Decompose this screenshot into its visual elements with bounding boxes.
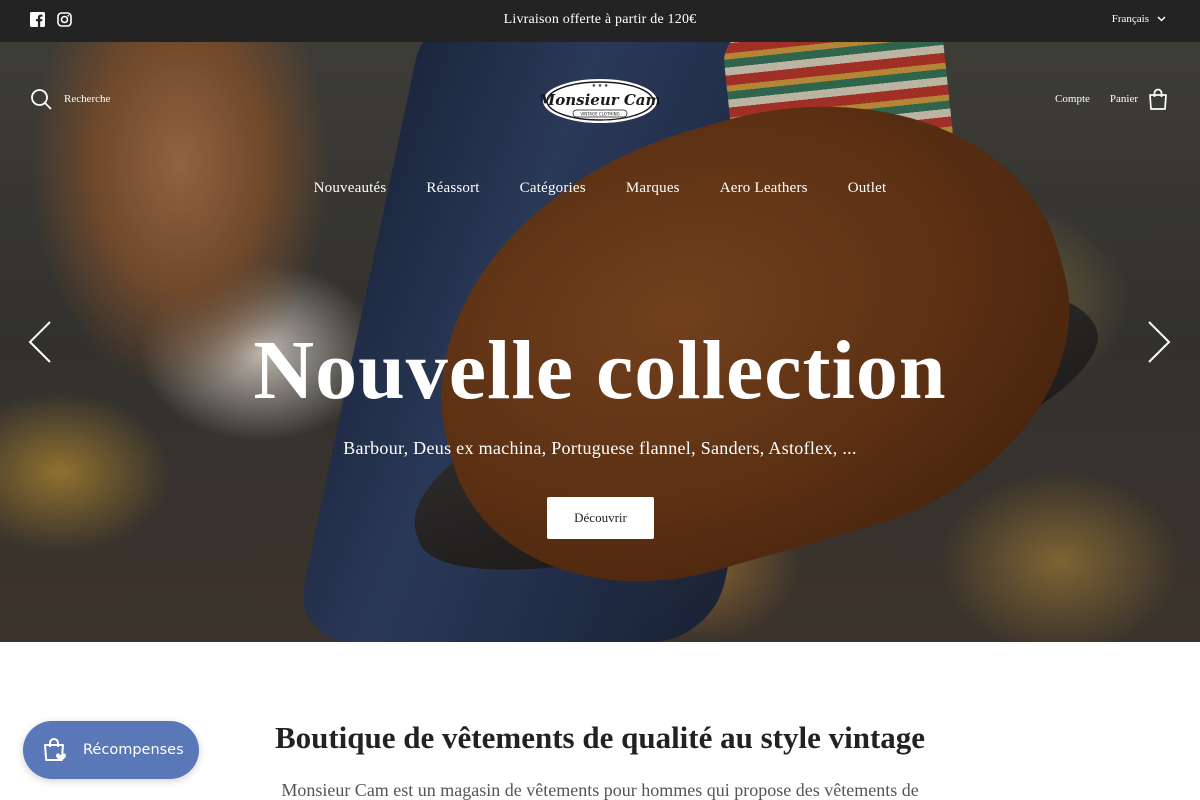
main-navigation: Nouveautés Réassort Catégories Marques A… <box>0 180 1200 197</box>
announcement-text: Livraison offerte à partir de 120€ <box>503 12 697 27</box>
svg-text:★ ★ ★: ★ ★ ★ <box>592 83 609 89</box>
account-link[interactable]: Compte <box>1055 93 1090 105</box>
search-label: Recherche <box>64 93 111 105</box>
gift-bag-icon <box>44 738 66 761</box>
search-icon <box>31 89 52 110</box>
discover-button[interactable]: Découvrir <box>547 497 654 539</box>
site-logo[interactable]: ★ ★ ★ Monsieur Cam VINTAGE CLOTHING <box>541 77 659 125</box>
nav-item-reassort[interactable]: Réassort <box>426 180 479 197</box>
nav-item-nouveautes[interactable]: Nouveautés <box>314 180 387 197</box>
logo-text: Monsieur Cam <box>541 91 659 109</box>
nav-item-marques[interactable]: Marques <box>626 180 680 197</box>
header-actions: Compte Panier <box>1055 88 1168 110</box>
search-link[interactable]: Recherche <box>30 88 110 110</box>
hero-subtitle: Barbour, Deus ex machina, Portuguese fla… <box>343 438 857 458</box>
nav-item-outlet[interactable]: Outlet <box>848 180 887 197</box>
cart-link[interactable]: Panier <box>1110 88 1168 110</box>
section-text: Monsieur Cam est un magasin de vêtements… <box>281 780 919 800</box>
nav-item-aero-leathers[interactable]: Aero Leathers <box>720 180 808 197</box>
logo-subtext: VINTAGE CLOTHING <box>580 112 619 117</box>
language-label: Français <box>1111 13 1149 25</box>
cart-label: Panier <box>1109 93 1138 105</box>
chevron-down-icon <box>1157 16 1166 22</box>
announcement-bar: Livraison offerte à partir de 120€ Franç… <box>0 0 1200 42</box>
nav-item-categories[interactable]: Catégories <box>520 180 586 197</box>
rewards-label: Récompenses <box>83 742 184 758</box>
language-selector[interactable]: Français <box>1112 13 1166 25</box>
hero-title: Nouvelle collection <box>253 324 947 417</box>
shopping-bag-icon <box>1149 88 1167 110</box>
rewards-button[interactable]: Récompenses <box>23 721 199 779</box>
